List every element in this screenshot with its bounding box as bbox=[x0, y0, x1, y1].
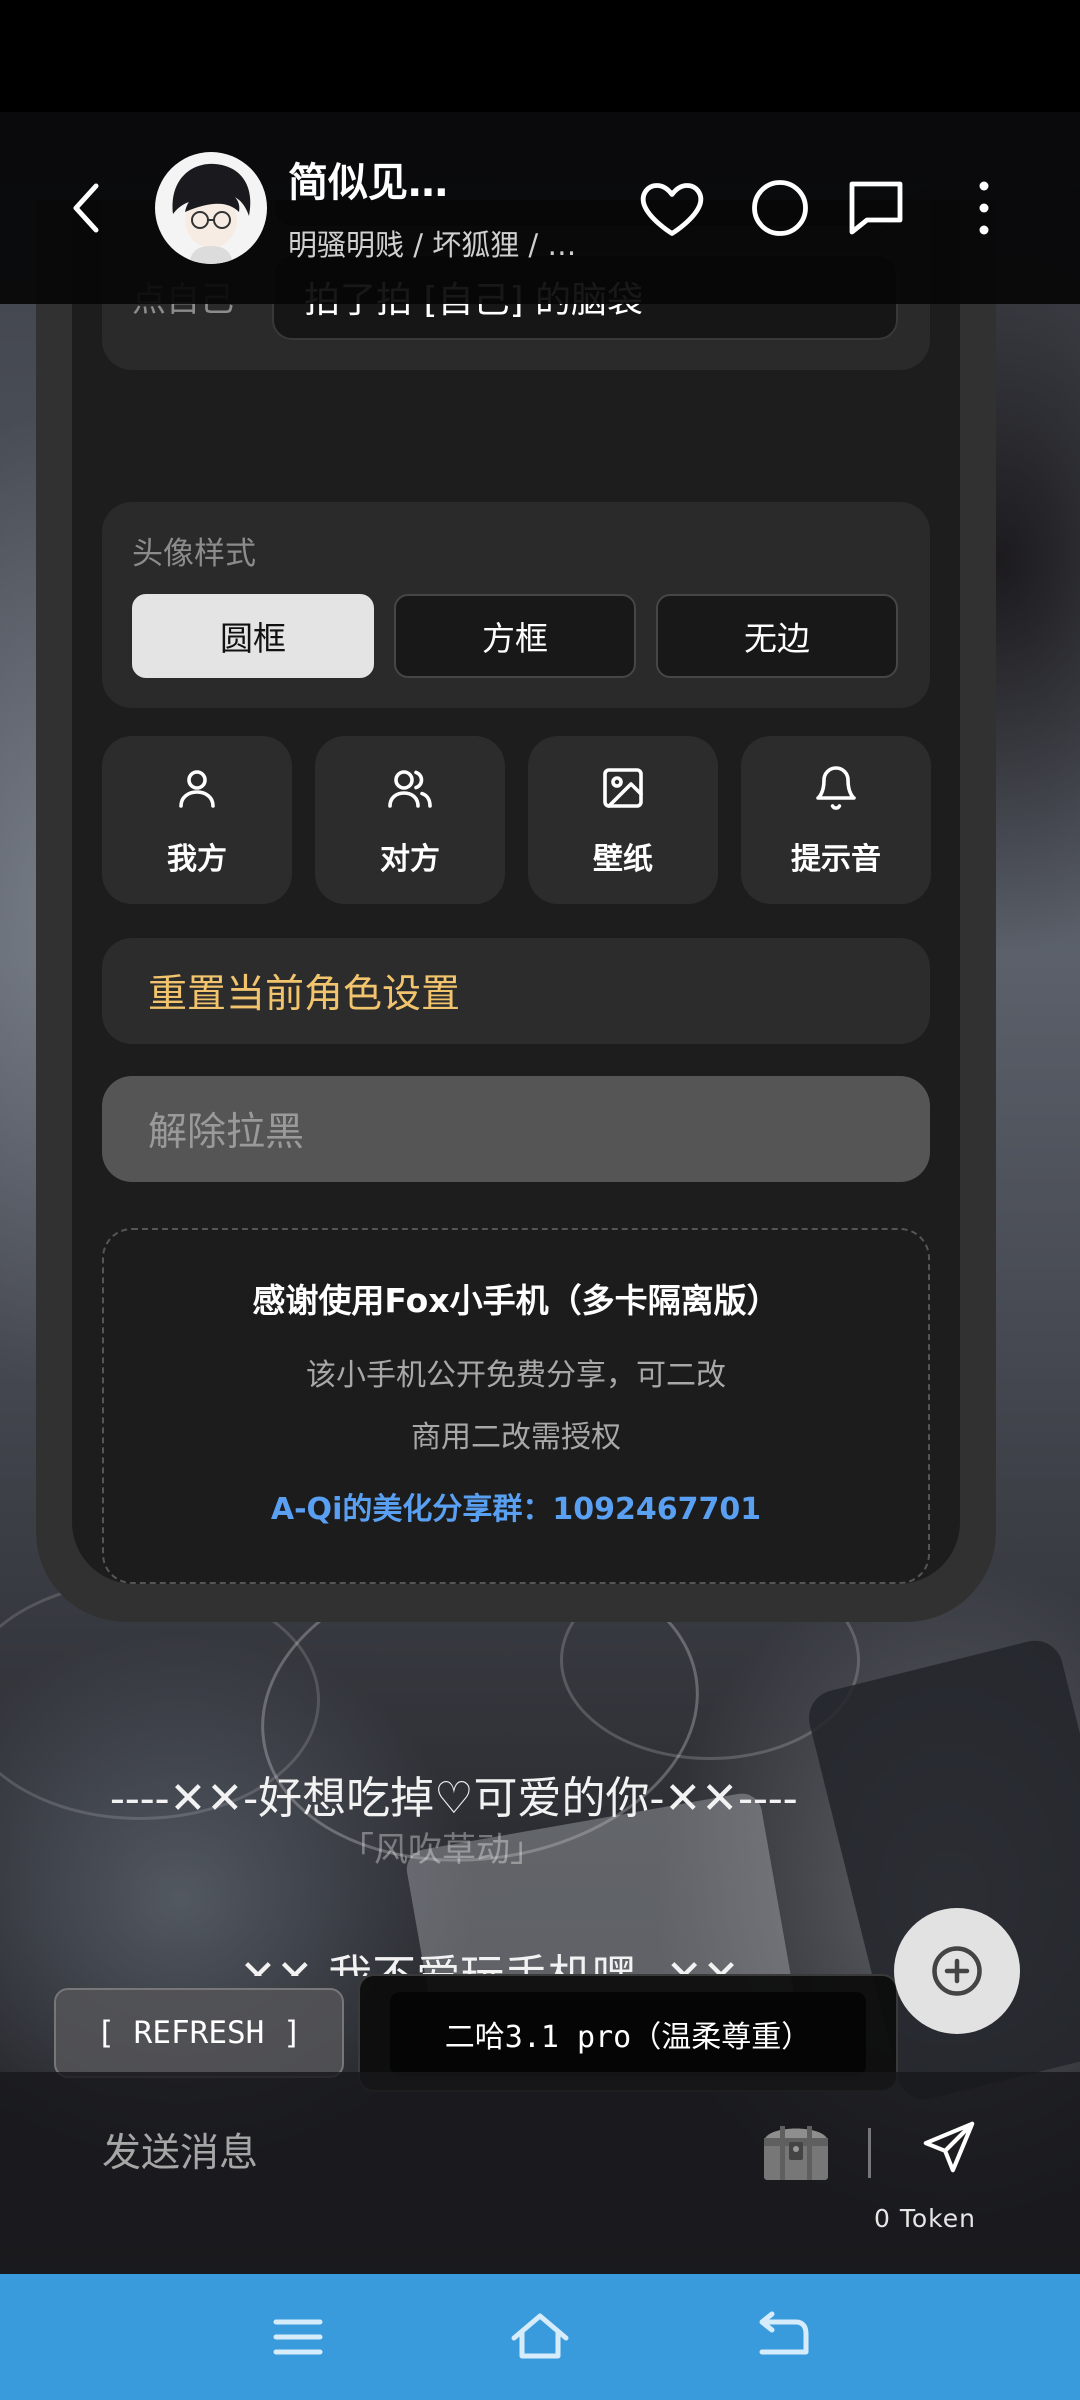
credits-line1: 该小手机公开免费分享，可二改 bbox=[306, 1358, 726, 1393]
avatar-style-none-button[interactable]: 无边 bbox=[656, 594, 898, 678]
message-input[interactable]: 发送消息 bbox=[102, 2122, 258, 2178]
treasure-chest-icon[interactable] bbox=[758, 2116, 834, 2186]
tile-sound-label: 提示音 bbox=[791, 842, 881, 877]
tile-other-label: 对方 bbox=[380, 842, 440, 877]
token-counter: 0 Token bbox=[874, 2204, 976, 2233]
refresh-button[interactable]: [ REFRESH ] bbox=[54, 1988, 344, 2078]
heart-icon[interactable] bbox=[636, 172, 708, 244]
menu-icon[interactable] bbox=[270, 2312, 326, 2362]
wallpaper-watermark: 「风吹草动」 bbox=[340, 1830, 544, 1870]
tile-self[interactable]: 我方 bbox=[102, 736, 292, 904]
system-nav-bar bbox=[0, 2274, 1080, 2400]
chat-bubble-icon[interactable] bbox=[840, 172, 912, 244]
reset-role-settings-button[interactable]: 重置当前角色设置 bbox=[102, 938, 930, 1044]
tile-wallpaper-label: 壁纸 bbox=[593, 842, 653, 877]
bell-icon bbox=[816, 766, 856, 810]
more-vertical-icon[interactable] bbox=[956, 172, 1012, 244]
users-icon bbox=[388, 770, 432, 808]
credits-line2: 商用二改需授权 bbox=[411, 1420, 621, 1455]
deco-message-2: ----✕✕-我不爱玩手机嘿--✕✕---- bbox=[180, 1940, 799, 1976]
deco-message-1: ----✕✕-好想吃掉♡可爱的你-✕✕---- bbox=[110, 1773, 798, 1824]
contact-name: 简似见… bbox=[288, 160, 448, 206]
composer-divider bbox=[868, 2128, 871, 2178]
tile-other[interactable]: 对方 bbox=[315, 736, 505, 904]
tile-wallpaper[interactable]: 壁纸 bbox=[528, 736, 718, 904]
avatar-style-round-button[interactable]: 圆框 bbox=[132, 594, 374, 678]
credits-title: 感谢使用Fox小手机（多卡隔离版） bbox=[252, 1281, 780, 1320]
user-icon bbox=[179, 770, 215, 808]
credits-box: 感谢使用Fox小手机（多卡隔离版） 该小手机公开免费分享，可二改 商用二改需授权… bbox=[102, 1228, 930, 1584]
back-arrow-icon[interactable] bbox=[60, 172, 116, 244]
contact-tags: 明骚明贱 / 坏狐狸 / … bbox=[288, 228, 577, 262]
circle-icon[interactable] bbox=[744, 172, 816, 244]
back-nav-icon[interactable] bbox=[750, 2308, 814, 2364]
credits-group-link[interactable]: A-Qi的美化分享群：1092467701 bbox=[104, 1484, 928, 1528]
image-icon bbox=[603, 768, 643, 808]
tile-sound[interactable]: 提示音 bbox=[741, 736, 931, 904]
add-fab-button[interactable] bbox=[894, 1908, 1020, 2034]
message-composer: 发送消息 0 Token bbox=[0, 2072, 1080, 2274]
avatar-style-square-button[interactable]: 方框 bbox=[394, 594, 636, 678]
send-icon[interactable] bbox=[918, 2116, 980, 2178]
settings-panel: 点自己 拍了拍 [自己] 的脑袋 头像样式 圆框 方框 无边 我方 对方 壁纸 … bbox=[72, 200, 960, 1584]
model-label: 二哈3.1 pro（温柔尊重） bbox=[390, 1992, 866, 2076]
avatar-style-label: 头像样式 bbox=[132, 536, 256, 572]
plus-circle-icon bbox=[932, 1946, 982, 1996]
status-bar bbox=[0, 0, 1080, 112]
contact-avatar[interactable] bbox=[155, 152, 267, 264]
home-icon[interactable] bbox=[508, 2308, 572, 2364]
tile-self-label: 我方 bbox=[167, 842, 227, 877]
unblock-button[interactable]: 解除拉黑 bbox=[102, 1076, 930, 1182]
avatar-style-card: 头像样式 圆框 方框 无边 bbox=[102, 502, 930, 708]
